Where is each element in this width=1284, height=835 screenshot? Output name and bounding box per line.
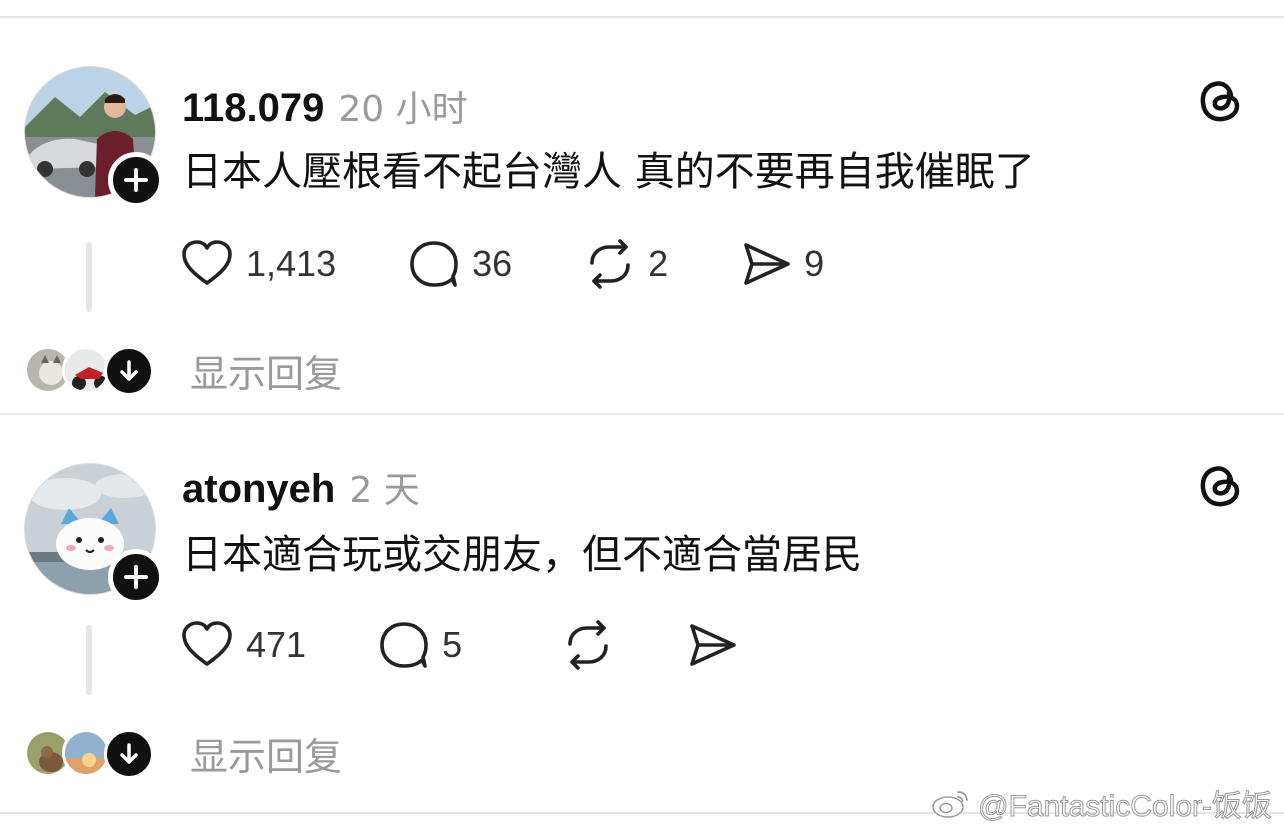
expand-replies-button[interactable] bbox=[104, 346, 154, 396]
repost-icon bbox=[590, 239, 630, 289]
comment-count: 36 bbox=[472, 243, 513, 284]
post-2: atonyeh 2 天 日本適合玩或交朋友，但不適合當居民 471 5 显示回复 bbox=[0, 413, 1284, 811]
repost-count: 2 bbox=[648, 243, 669, 284]
heart-icon bbox=[182, 240, 232, 285]
username[interactable]: atonyeh bbox=[182, 467, 335, 512]
reply-avatars bbox=[24, 727, 154, 779]
reply-avatar bbox=[62, 729, 110, 777]
like-button[interactable]: 1,413 bbox=[180, 234, 336, 294]
send-icon bbox=[744, 243, 790, 285]
watermark-text: @FantasticColor-饭饭 bbox=[978, 790, 1273, 824]
watermark: @FantasticColor-饭饭 bbox=[930, 781, 1272, 825]
post-1: 118.079 20 小时 日本人壓根看不起台灣人 真的不要再自我催眠了 1,4… bbox=[0, 16, 1284, 414]
post-2-avatar-wrap[interactable] bbox=[24, 463, 164, 605]
show-replies-link[interactable]: 显示回复 bbox=[190, 343, 342, 398]
send-icon bbox=[690, 624, 736, 666]
comment-button[interactable]: 5 bbox=[378, 615, 462, 675]
timestamp: 20 小时 bbox=[338, 89, 468, 130]
post-actions: 471 5 bbox=[180, 615, 738, 675]
post-header: atonyeh 2 天 bbox=[182, 461, 420, 511]
post-text: 日本人壓根看不起台灣人 真的不要再自我催眠了 bbox=[182, 149, 1035, 195]
like-count: 471 bbox=[246, 624, 307, 665]
show-replies-link[interactable]: 显示回复 bbox=[190, 726, 342, 781]
follow-button[interactable] bbox=[108, 549, 164, 605]
follow-button[interactable] bbox=[108, 152, 164, 208]
threads-icon[interactable] bbox=[1196, 76, 1246, 126]
like-count: 1,413 bbox=[246, 243, 337, 284]
plus-icon bbox=[124, 168, 148, 192]
repost-button[interactable]: 2 bbox=[584, 234, 668, 294]
show-replies-row[interactable]: 显示回复 bbox=[24, 725, 342, 781]
thread-line bbox=[86, 242, 92, 312]
username[interactable]: 118.079 bbox=[182, 86, 324, 131]
post-header: 118.079 20 小时 bbox=[182, 80, 468, 130]
show-replies-row[interactable]: 显示回复 bbox=[24, 342, 342, 398]
reply-avatars bbox=[24, 344, 154, 396]
post-text: 日本適合玩或交朋友，但不適合當居民 bbox=[182, 532, 862, 578]
share-button[interactable]: 9 bbox=[740, 234, 824, 294]
threads-icon[interactable] bbox=[1196, 461, 1246, 511]
timestamp: 2 天 bbox=[349, 470, 420, 511]
post-actions: 1,413 36 2 9 bbox=[180, 234, 824, 294]
post-1-avatar-wrap[interactable] bbox=[24, 66, 164, 208]
expand-replies-button[interactable] bbox=[104, 729, 154, 779]
comment-count: 5 bbox=[442, 624, 463, 665]
comment-icon bbox=[410, 241, 458, 287]
share-count: 9 bbox=[804, 243, 825, 284]
comment-button[interactable]: 36 bbox=[408, 234, 512, 294]
comment-icon bbox=[380, 622, 428, 668]
plus-icon bbox=[124, 565, 148, 589]
arrow-down-icon bbox=[120, 743, 138, 764]
arrow-down-icon bbox=[120, 360, 138, 381]
repost-button[interactable] bbox=[562, 615, 614, 675]
repost-icon bbox=[568, 620, 608, 670]
reply-avatar bbox=[62, 346, 110, 394]
share-button[interactable] bbox=[686, 615, 738, 675]
heart-icon bbox=[182, 621, 232, 666]
like-button[interactable]: 471 bbox=[180, 615, 306, 675]
weibo-icon bbox=[932, 791, 969, 818]
thread-line bbox=[86, 625, 92, 695]
